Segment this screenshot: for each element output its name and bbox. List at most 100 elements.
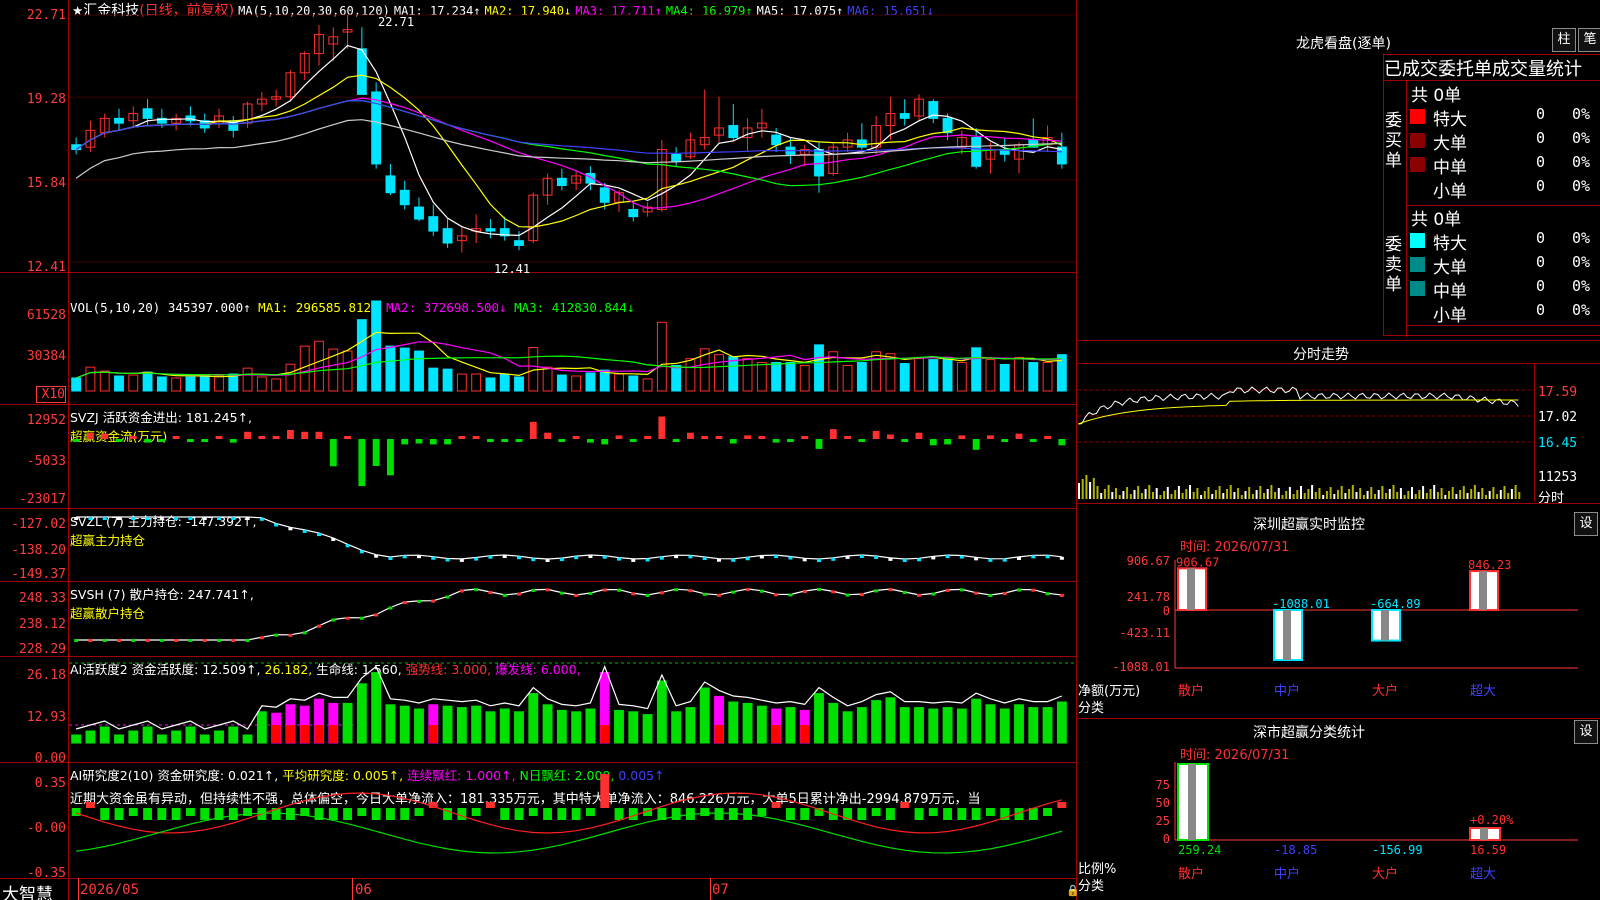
- intraday-volume-bar: [1344, 493, 1347, 499]
- retail-marker: [145, 639, 150, 642]
- activity-bar: [171, 730, 182, 744]
- flow-bar: [101, 433, 109, 439]
- intraday-chart[interactable]: [1078, 364, 1534, 502]
- flow-bar: [501, 439, 509, 442]
- flow-bar: [701, 436, 709, 439]
- intraday-volume-bar: [1285, 491, 1288, 499]
- volume-bar: [485, 377, 496, 392]
- sz-class-settings-button[interactable]: 设: [1574, 720, 1598, 744]
- buy-row-pct: 0%: [1572, 129, 1591, 147]
- sell-color-swatch: [1410, 281, 1425, 296]
- holding-marker: [774, 555, 779, 559]
- flow-bar: [158, 439, 166, 442]
- volume-bar: [385, 345, 396, 392]
- intraday-volume-bar: [1092, 478, 1095, 499]
- intraday-axis-label: 17.02: [1538, 410, 1578, 425]
- holding-marker: [1002, 558, 1007, 562]
- retail-marker: [388, 606, 393, 610]
- sz-class-chart[interactable]: 75 50 25 0 +0.20% 259.24 -18.85 -156.99 16.59 散户 中…: [1078, 760, 1600, 900]
- intraday-volume-bar: [1448, 491, 1450, 499]
- monitor-bar-value: 846.23: [1468, 558, 1511, 572]
- ai1-axis-label: 12.93: [26, 710, 66, 725]
- retail-marker: [474, 588, 479, 592]
- volume-bar: [156, 376, 167, 392]
- volume-bar: [471, 373, 482, 392]
- monitor-category-label: 中户: [1274, 683, 1300, 699]
- ai-research-chart[interactable]: [69, 763, 1076, 878]
- retail-marker: [702, 592, 707, 596]
- volume-chart[interactable]: [69, 273, 1076, 404]
- bar-view-button[interactable]: 柱: [1552, 28, 1576, 52]
- intraday-volume-bar: [1496, 494, 1499, 499]
- svzl-chart[interactable]: [69, 509, 1076, 581]
- activity-bar: [656, 680, 667, 744]
- retail-marker: [359, 616, 364, 620]
- intraday-volume-bar: [1407, 491, 1410, 499]
- intraday-volume-bar: [1473, 485, 1476, 499]
- flow-bar: [444, 439, 451, 445]
- candle-body: [585, 173, 596, 184]
- retail-marker: [617, 588, 621, 592]
- intraday-volume-bar: [1270, 485, 1273, 499]
- flow-bar: [715, 436, 723, 439]
- activity-bar: [142, 726, 153, 744]
- holding-marker: [217, 517, 221, 520]
- flow-bar: [744, 435, 751, 439]
- retail-marker: [502, 593, 507, 597]
- intraday-volume-bar: [1148, 485, 1151, 499]
- activity-bar: [256, 711, 267, 744]
- research-bar: [114, 808, 124, 820]
- retail-marker: [288, 633, 293, 637]
- activity-bar: [685, 707, 696, 744]
- tick-view-button[interactable]: 笔: [1578, 28, 1600, 52]
- volume-bar: [771, 362, 782, 392]
- research-bar: [757, 808, 767, 816]
- price-chart[interactable]: [69, 0, 1076, 272]
- holding-marker: [502, 555, 507, 559]
- holding-marker: [88, 517, 93, 520]
- sz-monitor-settings-button[interactable]: 设: [1574, 512, 1598, 536]
- intraday-volume-bar: [1337, 490, 1339, 499]
- class-category-label: 散户: [1178, 866, 1204, 882]
- brand-logo[interactable]: 大智慧: [2, 880, 53, 900]
- intraday-volume-bar: [1163, 491, 1166, 499]
- flow-bar: [644, 436, 651, 439]
- retail-marker: [902, 591, 907, 595]
- holding-marker: [817, 558, 821, 562]
- lhb-title: 龙虎看盘(逐单): [1296, 36, 1391, 52]
- intraday-volume-bar: [1451, 487, 1454, 499]
- sell-row-pct: 0%: [1572, 277, 1591, 295]
- holding-marker: [888, 557, 893, 561]
- activity-bar-base: [714, 725, 724, 743]
- volume-bar: [542, 366, 553, 392]
- volume-bar: [71, 377, 82, 392]
- intraday-avg-line: [1078, 399, 1519, 425]
- intraday-volume-bar: [1140, 493, 1143, 499]
- activity-bar: [1014, 704, 1024, 744]
- lhb-tab[interactable]: 已成交委托单成交量统计: [1384, 55, 1600, 81]
- svzj-chart[interactable]: [69, 405, 1076, 508]
- class-axis-label: 25: [1156, 814, 1170, 828]
- ai-activity-chart[interactable]: [69, 657, 1076, 762]
- sell-row-label: 特大: [1433, 234, 1467, 254]
- vol-unit-label[interactable]: X10: [36, 386, 66, 403]
- intraday-volume-bar: [1192, 492, 1195, 499]
- volume-bar: [142, 371, 153, 392]
- flow-bar: [172, 436, 180, 439]
- svsh-chart[interactable]: [69, 582, 1076, 656]
- flow-bar: [901, 439, 909, 442]
- holding-marker: [474, 557, 479, 561]
- volume-bar: [999, 364, 1010, 392]
- buy-color-swatch: [1410, 109, 1425, 124]
- flow-bar: [929, 439, 937, 446]
- buy-row-label: 特大: [1433, 110, 1467, 130]
- activity-bar: [942, 707, 953, 744]
- sz-monitor-chart[interactable]: 906.67 241.780 -423.11 -1088.01 906.67 -1088.…: [1078, 550, 1600, 710]
- volume-bar: [314, 340, 324, 392]
- sell-row-count: 0: [1536, 229, 1546, 247]
- intraday-volume-bar: [1085, 475, 1088, 499]
- research-bar: [328, 808, 338, 820]
- flow-bar: [915, 432, 923, 439]
- retail-marker: [659, 591, 664, 595]
- monitor-bar-shade: [1479, 571, 1487, 610]
